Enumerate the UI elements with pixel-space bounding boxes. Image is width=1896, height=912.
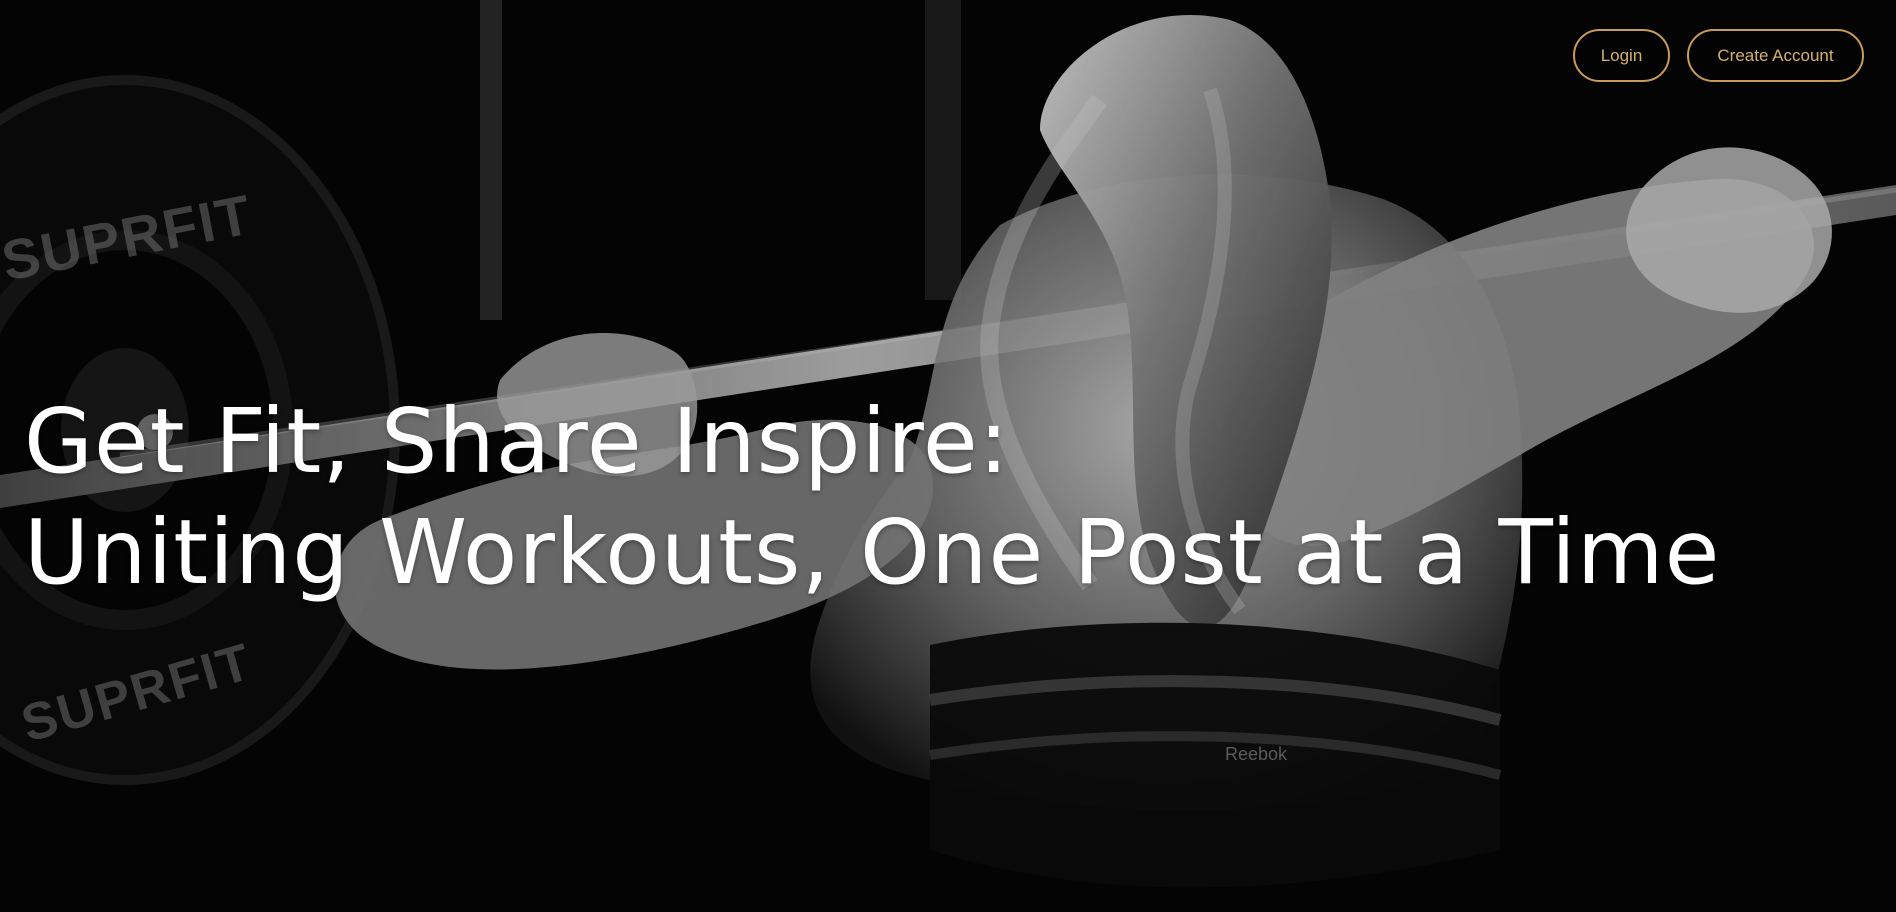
hero-section: SUPRFIT SUPRFIT Reebok Login Create Acco… xyxy=(0,0,1896,912)
create-account-button[interactable]: Create Account xyxy=(1687,29,1864,82)
headline-line-2: Uniting Workouts, One Post at a Time xyxy=(24,499,1721,604)
auth-actions: Login Create Account xyxy=(1573,29,1864,82)
login-button[interactable]: Login xyxy=(1573,29,1670,82)
headline-line-1: Get Fit, Share Inspire: xyxy=(24,388,1010,493)
hero-headline: Get Fit, Share Inspire: Uniting Workouts… xyxy=(24,386,1720,608)
